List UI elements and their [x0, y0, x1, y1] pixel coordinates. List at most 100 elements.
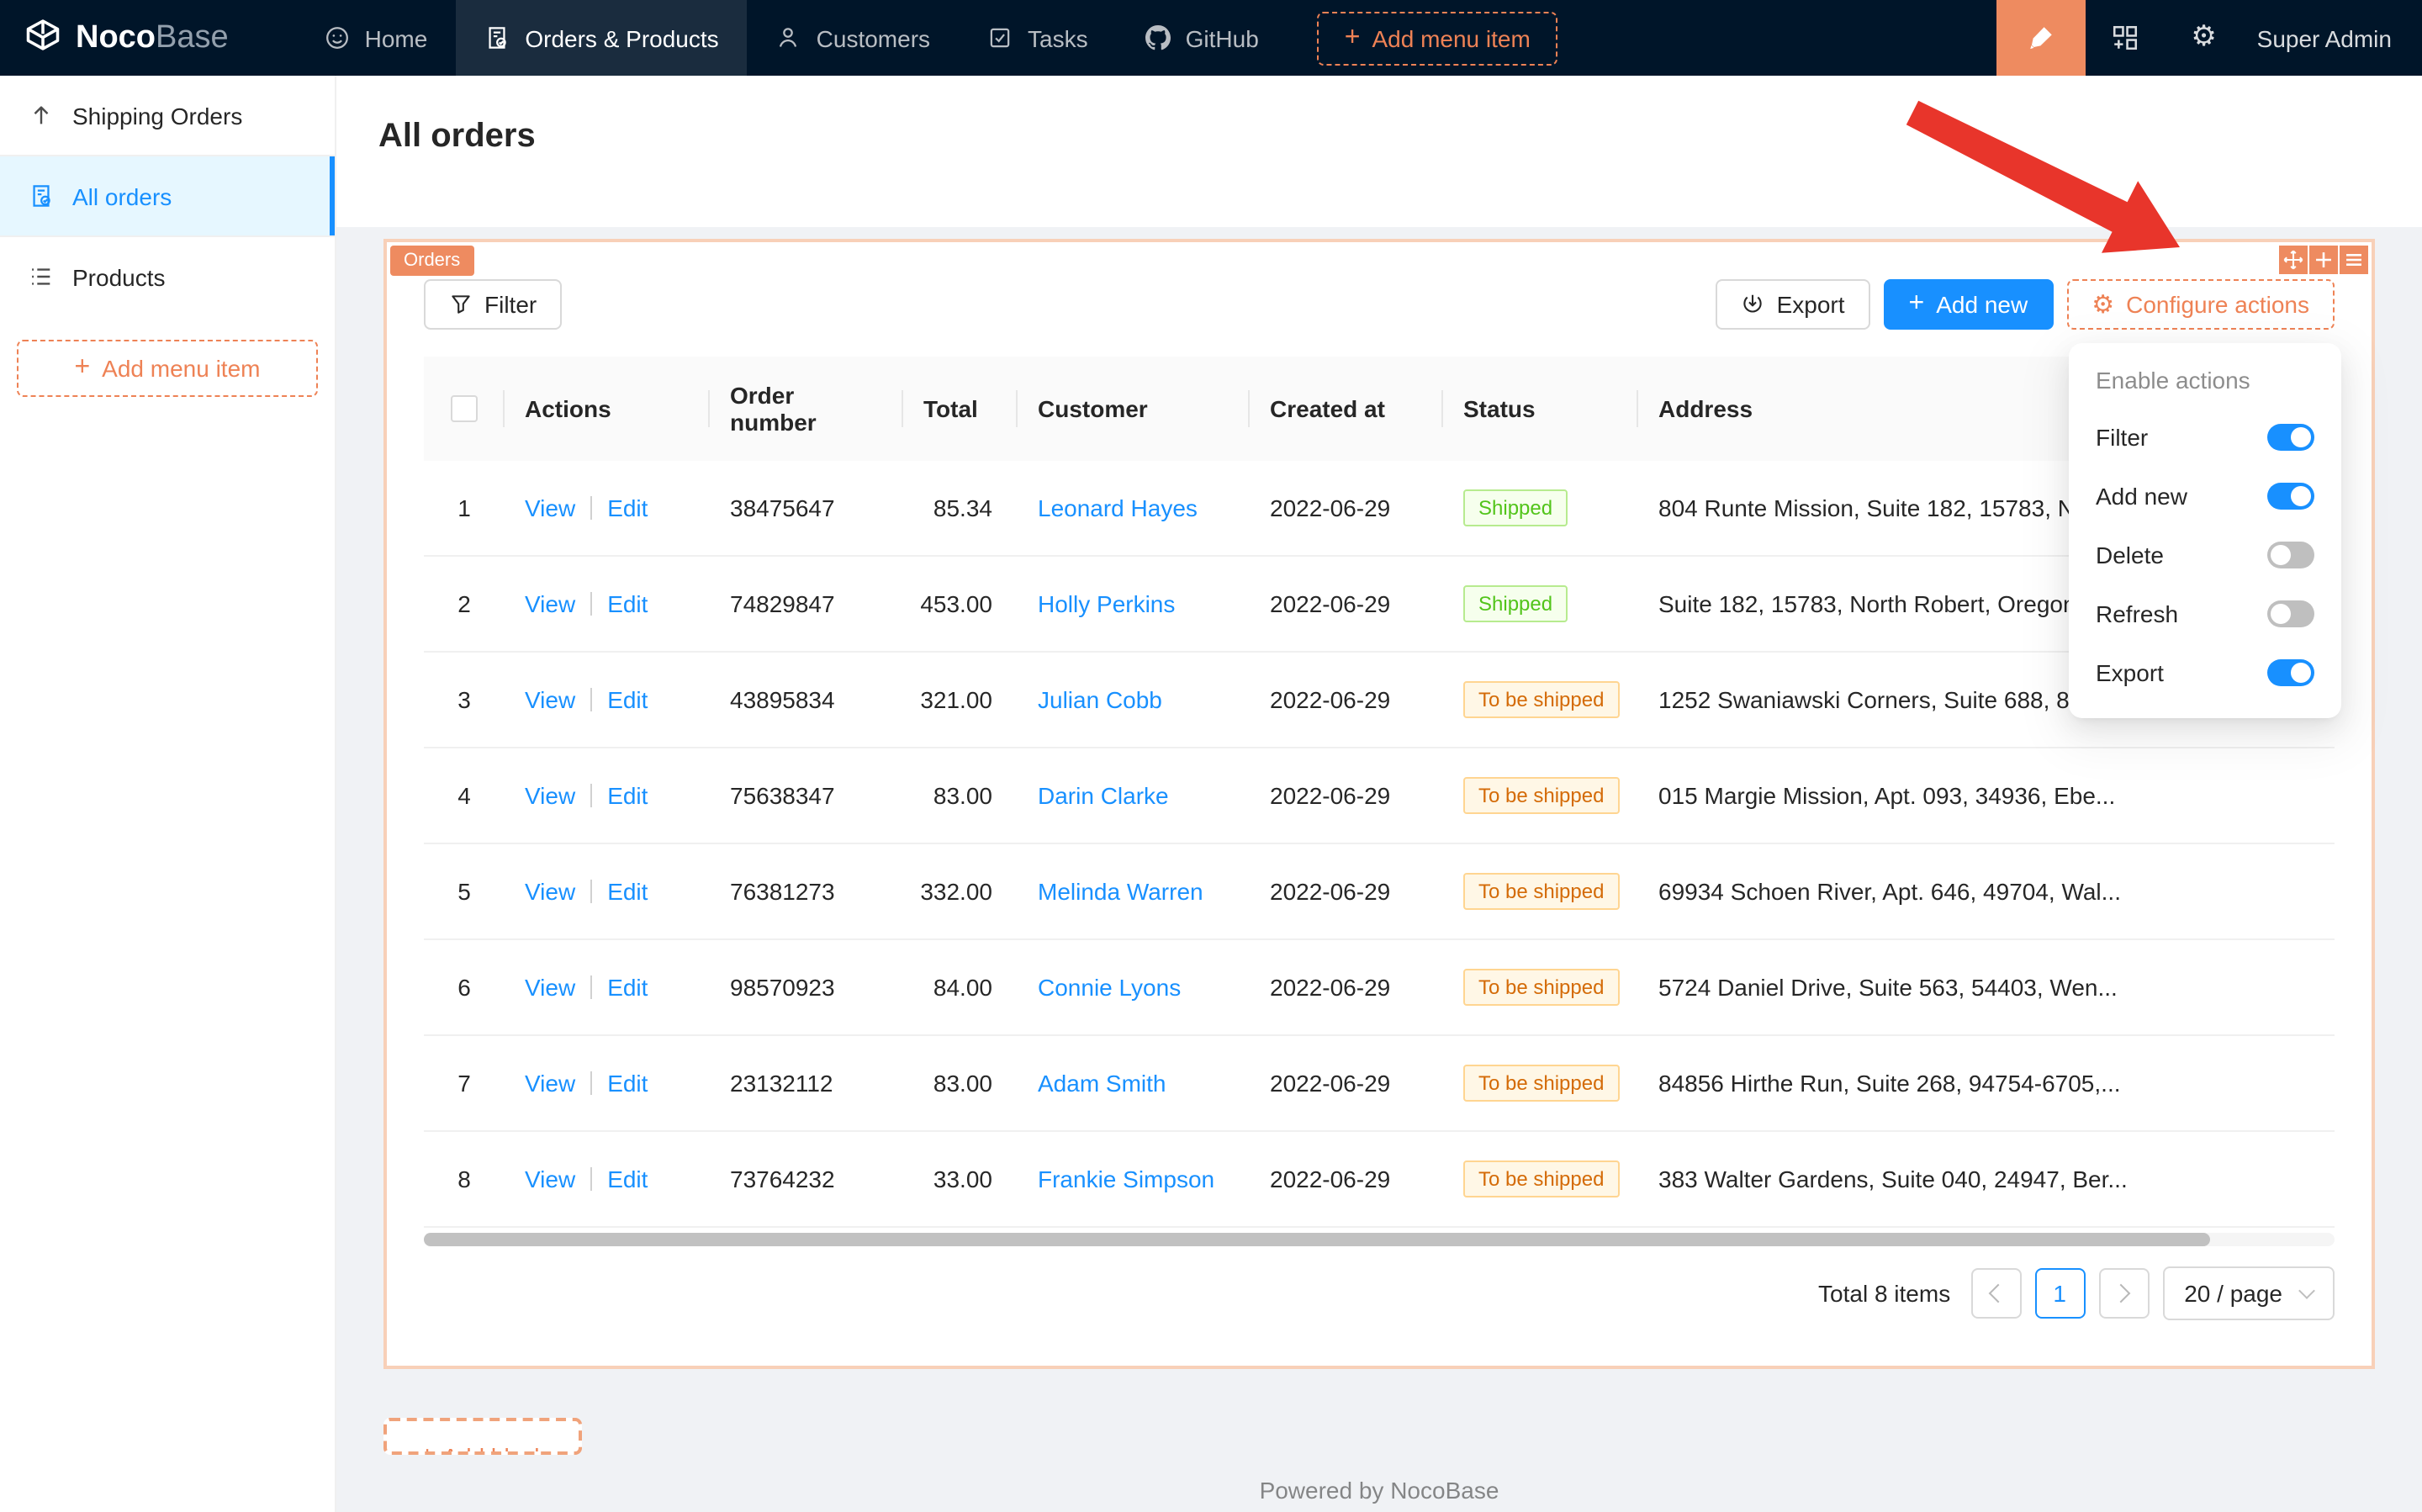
order-number-cell: 75638347 [710, 782, 903, 809]
view-link[interactable]: View [525, 494, 575, 521]
powered-by-text: Powered by NocoBase [383, 1477, 2375, 1504]
settings-gear-button[interactable]: ⚙ [2165, 0, 2244, 76]
table-header-row: ActionsOrder numberTotalCustomerCreated … [424, 357, 2335, 461]
table-row: 1ViewEdit3847564785.34Leonard Hayes2022-… [424, 461, 2335, 557]
view-link[interactable]: View [525, 878, 575, 905]
menu-icon[interactable] [2340, 246, 2368, 274]
customer-link[interactable]: Melinda Warren [1038, 878, 1203, 905]
view-link[interactable]: View [525, 974, 575, 1001]
total-cell: 85.34 [903, 494, 1018, 521]
view-link[interactable]: View [525, 590, 575, 617]
plus-icon[interactable] [2309, 246, 2338, 274]
pagination-prev-button[interactable] [1970, 1268, 2021, 1319]
enable-action-label: Add new [2096, 482, 2187, 509]
customer-link[interactable]: Frankie Simpson [1038, 1166, 1214, 1192]
edit-link[interactable]: Edit [607, 1166, 648, 1192]
select-all-checkbox[interactable] [451, 395, 478, 422]
customer-link[interactable]: Leonard Hayes [1038, 494, 1198, 521]
gear-icon: ⚙ [2091, 292, 2114, 317]
block-designer-controls [2279, 246, 2368, 274]
toggle-export[interactable] [2267, 658, 2314, 685]
nav-add-menu-item-button[interactable]: + Add menu item [1318, 11, 1557, 65]
edit-link[interactable]: Edit [607, 1070, 648, 1097]
edit-link[interactable]: Edit [607, 686, 648, 713]
horizontal-scrollbar[interactable] [424, 1233, 2210, 1246]
created-at-cell: 2022-06-29 [1250, 1070, 1443, 1097]
blocks-plus-icon-button[interactable] [2086, 0, 2165, 76]
column-header-total: Total [903, 395, 1018, 422]
row-actions: View Edit [505, 974, 710, 1001]
customer-link[interactable]: Adam Smith [1038, 1070, 1166, 1097]
edit-link[interactable]: Edit [607, 782, 648, 809]
add-block-button[interactable]: + Add block [383, 1418, 582, 1455]
plus-icon: + [1345, 24, 1361, 51]
toggle-delete[interactable] [2267, 541, 2314, 568]
nav-item-home[interactable]: Home [296, 0, 457, 76]
enable-action-label: Delete [2096, 541, 2164, 568]
sidebar-item-products[interactable]: Products [0, 237, 335, 316]
toggle-filter[interactable] [2267, 423, 2314, 450]
nav-item-github[interactable]: GitHub [1117, 0, 1288, 76]
customer-cell: Adam Smith [1018, 1070, 1250, 1097]
view-link[interactable]: View [525, 686, 575, 713]
enable-action-filter: Filter [2069, 407, 2341, 466]
enable-actions-dropdown: Enable actions FilterAdd newDeleteRefres… [2069, 343, 2341, 718]
table-row: 8ViewEdit7376423233.00Frankie Simpson202… [424, 1132, 2335, 1228]
edit-link[interactable]: Edit [607, 878, 648, 905]
divider [590, 592, 592, 616]
pagination-page-button[interactable]: 1 [2034, 1268, 2085, 1319]
table-row: 6ViewEdit9857092384.00Connie Lyons2022-0… [424, 940, 2335, 1036]
status-badge: To be shipped [1463, 1065, 1619, 1102]
customer-link[interactable]: Julian Cobb [1038, 686, 1162, 713]
enable-action-add-new: Add new [2069, 466, 2341, 525]
row-index: 1 [424, 494, 505, 521]
status-cell: To be shipped [1443, 681, 1638, 718]
sidebar-item-shipping-orders[interactable]: Shipping Orders [0, 76, 335, 156]
enable-action-label: Export [2096, 658, 2164, 685]
customer-link[interactable]: Connie Lyons [1038, 974, 1181, 1001]
sidebar: Shipping OrdersAll ordersProducts + Add … [0, 76, 336, 1512]
nav-item-orders-products[interactable]: Orders & Products [456, 0, 747, 76]
document-check-icon [29, 183, 54, 209]
column-header-label: Status [1463, 395, 1536, 422]
pagination-next-button[interactable] [2098, 1268, 2149, 1319]
row-actions: View Edit [505, 686, 710, 713]
table-toolbar: Filter Export + Add new [424, 279, 2335, 330]
drag-icon[interactable] [2279, 246, 2308, 274]
row-index: 4 [424, 782, 505, 809]
nav-item-customers[interactable]: Customers [748, 0, 959, 76]
view-link[interactable]: View [525, 1070, 575, 1097]
status-badge: To be shipped [1463, 777, 1619, 814]
toggle-add-new[interactable] [2267, 482, 2314, 509]
edit-link[interactable]: Edit [607, 494, 648, 521]
order-number-cell: 98570923 [710, 974, 903, 1001]
order-number-cell: 38475647 [710, 494, 903, 521]
customer-link[interactable]: Holly Perkins [1038, 590, 1175, 617]
edit-link[interactable]: Edit [607, 590, 648, 617]
customer-link[interactable]: Darin Clarke [1038, 782, 1169, 809]
total-cell: 332.00 [903, 878, 1018, 905]
ui-editor-button[interactable] [1996, 0, 2086, 76]
address-cell: 5724 Daniel Drive, Suite 563, 54403, Wen… [1638, 974, 2335, 1001]
sidebar-item-all-orders[interactable]: All orders [0, 156, 335, 237]
list-icon [29, 264, 54, 289]
toggle-refresh[interactable] [2267, 600, 2314, 626]
filter-button[interactable]: Filter [424, 279, 562, 330]
configure-actions-button[interactable]: ⚙ Configure actions [2066, 279, 2335, 330]
view-link[interactable]: View [525, 782, 575, 809]
divider [590, 1167, 592, 1191]
view-link[interactable]: View [525, 1166, 575, 1192]
user-menu[interactable]: Super Admin [2244, 0, 2422, 76]
row-index: 7 [424, 1070, 505, 1097]
created-at-cell: 2022-06-29 [1250, 878, 1443, 905]
brand-logo[interactable]: NocoBase [0, 0, 256, 76]
nav-item-tasks[interactable]: Tasks [959, 0, 1117, 76]
export-button[interactable]: Export [1716, 279, 1870, 330]
divider [590, 975, 592, 999]
sidebar-add-menu-item-button[interactable]: + Add menu item [17, 340, 318, 397]
page-size-select[interactable]: 20 / page [2162, 1266, 2335, 1320]
add-new-button[interactable]: + Add new [1884, 279, 2054, 330]
edit-link[interactable]: Edit [607, 974, 648, 1001]
status-badge: To be shipped [1463, 873, 1619, 910]
column-header-label: Created at [1270, 395, 1385, 422]
